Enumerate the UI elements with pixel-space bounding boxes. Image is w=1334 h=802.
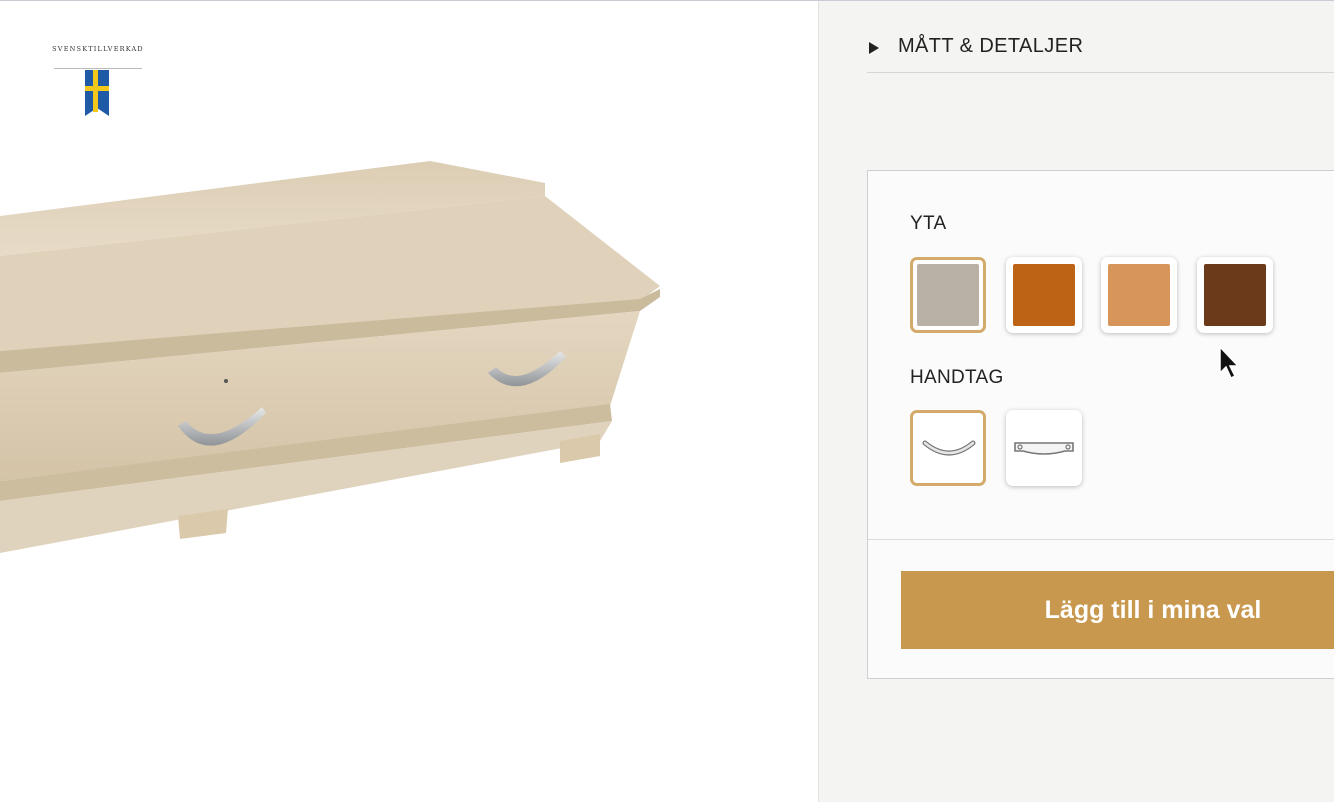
logo-text: SVENSKTILLVERKAD xyxy=(52,45,144,53)
details-accordion[interactable]: MÅTT & DETALJER xyxy=(867,31,1334,73)
swatch-dark-walnut[interactable] xyxy=(1197,257,1273,333)
details-title: MÅTT & DETALJER xyxy=(898,35,1084,57)
swatch-fill xyxy=(1108,264,1170,326)
swatch-fill xyxy=(1204,264,1266,326)
mouse-cursor-icon xyxy=(1219,345,1240,380)
swedish-flag-icon xyxy=(85,70,109,116)
surface-label: YTA xyxy=(910,213,947,234)
swatch-fill xyxy=(1013,264,1075,326)
coffin-product-image xyxy=(0,161,660,553)
panel-separator xyxy=(868,539,1334,540)
swatch-cherry-orange[interactable] xyxy=(1006,257,1082,333)
bar-handle-icon xyxy=(1014,442,1074,455)
svensktillverkad-logo: SVENSKTILLVERKAD xyxy=(40,45,156,119)
logo-divider xyxy=(54,68,142,69)
swatch-light-oak[interactable] xyxy=(910,257,986,333)
options-panel: YTA HANDTAG Lägg till i mina val xyxy=(867,170,1334,679)
handle-option-curved[interactable] xyxy=(910,410,986,486)
swatch-light-cherry[interactable] xyxy=(1101,257,1177,333)
handle-option-bar[interactable] xyxy=(1006,410,1082,486)
add-to-selection-button[interactable]: Lägg till i mina val xyxy=(901,571,1334,649)
handle-label: HANDTAG xyxy=(910,367,1004,388)
expand-arrow-icon xyxy=(869,42,879,54)
product-view: SVENSKTILLVERKAD xyxy=(0,1,818,802)
options-sidebar: MÅTT & DETALJER YTA HANDTAG Lägg till i … xyxy=(819,1,1334,802)
curved-handle-icon xyxy=(922,440,976,456)
swatch-fill xyxy=(917,264,979,326)
